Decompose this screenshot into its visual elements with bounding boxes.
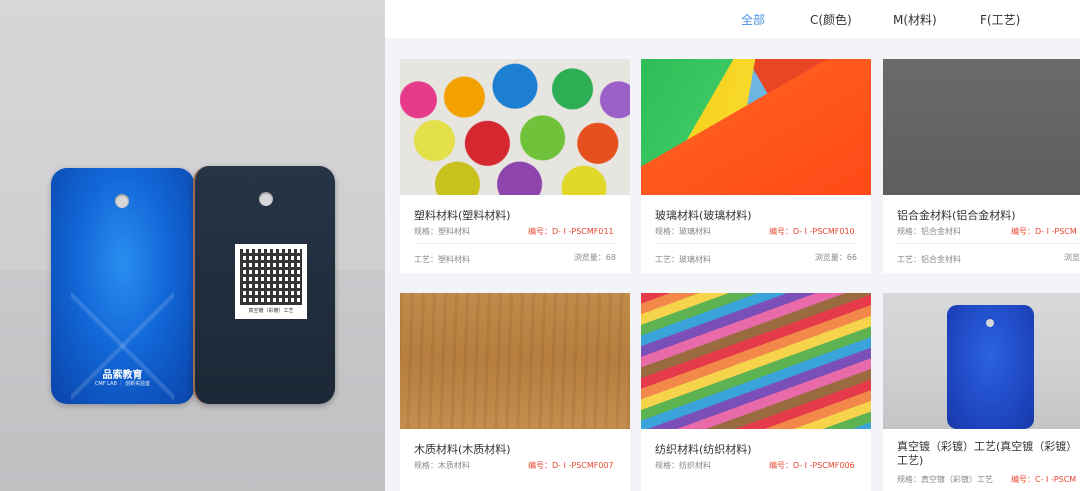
blue-card-image [947, 305, 1034, 429]
card-title: 纺织材料(纺织材料) [655, 443, 752, 456]
qr-caption: 真空镀（彩镀）工艺 [248, 308, 294, 314]
card-title: 真空镀（彩镀）工艺(真空镀（彩镀）工艺) [897, 440, 1078, 467]
card-code: 编号：D- I -PSCM [1011, 227, 1077, 236]
brand-subtitle: CMF LAB ｜ 创新实验室 [94, 381, 151, 387]
card-craft: 工艺：铝合金材料 [897, 255, 961, 264]
material-card-plastic[interactable]: 塑料材料(塑料材料) 规格：塑料材料 编号：D- I -PSCMF011 工艺：… [400, 59, 630, 273]
material-card-glass[interactable]: 玻璃材料(玻璃材料) 规格：玻璃材料 编号：D- I -PSCMF010 工艺：… [641, 59, 871, 273]
tab-color[interactable]: C(颜色) [810, 11, 852, 28]
card-divider [414, 243, 616, 244]
material-card-textile[interactable]: 纺织材料(纺织材料) 规格：纺织材料 编号：D- I -PSCMF006 [641, 293, 871, 491]
card-craft: 工艺：塑料材料 [414, 255, 470, 264]
card-spec: 规格：铝合金材料 [897, 227, 961, 236]
card-views: 浏览 [1064, 253, 1080, 262]
card-code: 编号：D- I -PSCMF007 [528, 461, 614, 470]
product-photo: 品索教育 CMF LAB ｜ 创新实验室 真空镀（彩镀）工艺 [0, 0, 385, 491]
qr-code-label: 真空镀（彩镀）工艺 [235, 244, 307, 319]
card-thumbnail [641, 59, 871, 195]
card-spec: 规格：真空镀（彩镀）工艺 [897, 475, 993, 484]
card-thumbnail [883, 59, 1080, 195]
card-hole [115, 194, 129, 208]
card-thumbnail [641, 293, 871, 429]
tab-all[interactable]: 全部 [741, 11, 765, 28]
card-thumbnail [400, 293, 630, 429]
card-code: 编号：D- I -PSCMF011 [528, 227, 614, 236]
card-divider [897, 243, 1080, 244]
card-hole [259, 192, 273, 206]
material-card-wood[interactable]: 木质材料(木质材料) 规格：木质材料 编号：D- I -PSCMF007 [400, 293, 630, 491]
tab-material[interactable]: M(材料) [893, 11, 937, 28]
material-library: 全部 C(颜色) M(材料) F(工艺) 塑料材料(塑料材料) 规格：塑料材料 … [385, 0, 1080, 491]
card-title: 塑料材料(塑料材料) [414, 209, 511, 222]
material-card-vacuum-plating[interactable]: 真空镀（彩镀）工艺(真空镀（彩镀）工艺) 规格：真空镀（彩镀）工艺 编号：C- … [883, 293, 1080, 491]
card-divider [655, 243, 857, 244]
card-spec: 规格：纺织材料 [655, 461, 711, 470]
card-spec: 规格：玻璃材料 [655, 227, 711, 236]
card-thumbnail [400, 59, 630, 195]
card-code: 编号：C- I -PSCM [1011, 475, 1077, 484]
dark-sample-card: 真空镀（彩镀）工艺 [193, 166, 335, 404]
card-views: 浏览量：68 [573, 253, 616, 262]
qr-code-icon [240, 249, 302, 305]
card-craft: 工艺：玻璃材料 [655, 255, 711, 264]
tab-finish[interactable]: F(工艺) [980, 11, 1020, 28]
filter-tabs-bar: 全部 C(颜色) M(材料) F(工艺) [385, 0, 1080, 38]
material-card-aluminum[interactable]: 铝合金材料(铝合金材料) 规格：铝合金材料 编号：D- I -PSCM 工艺：铝… [883, 59, 1080, 273]
card-title: 玻璃材料(玻璃材料) [655, 209, 752, 222]
brand-logo-text: 品索教育 [102, 370, 143, 381]
blue-sample-card: 品索教育 CMF LAB ｜ 创新实验室 [51, 168, 194, 404]
card-spec: 规格：塑料材料 [414, 227, 470, 236]
card-code: 编号：D- I -PSCMF006 [769, 461, 855, 470]
card-views: 浏览量：66 [814, 253, 857, 262]
card-title: 木质材料(木质材料) [414, 443, 511, 456]
card-thumbnail [883, 293, 1080, 429]
card-title: 铝合金材料(铝合金材料) [897, 209, 1016, 222]
card-spec: 规格：木质材料 [414, 461, 470, 470]
card-code: 编号：D- I -PSCMF010 [769, 227, 855, 236]
